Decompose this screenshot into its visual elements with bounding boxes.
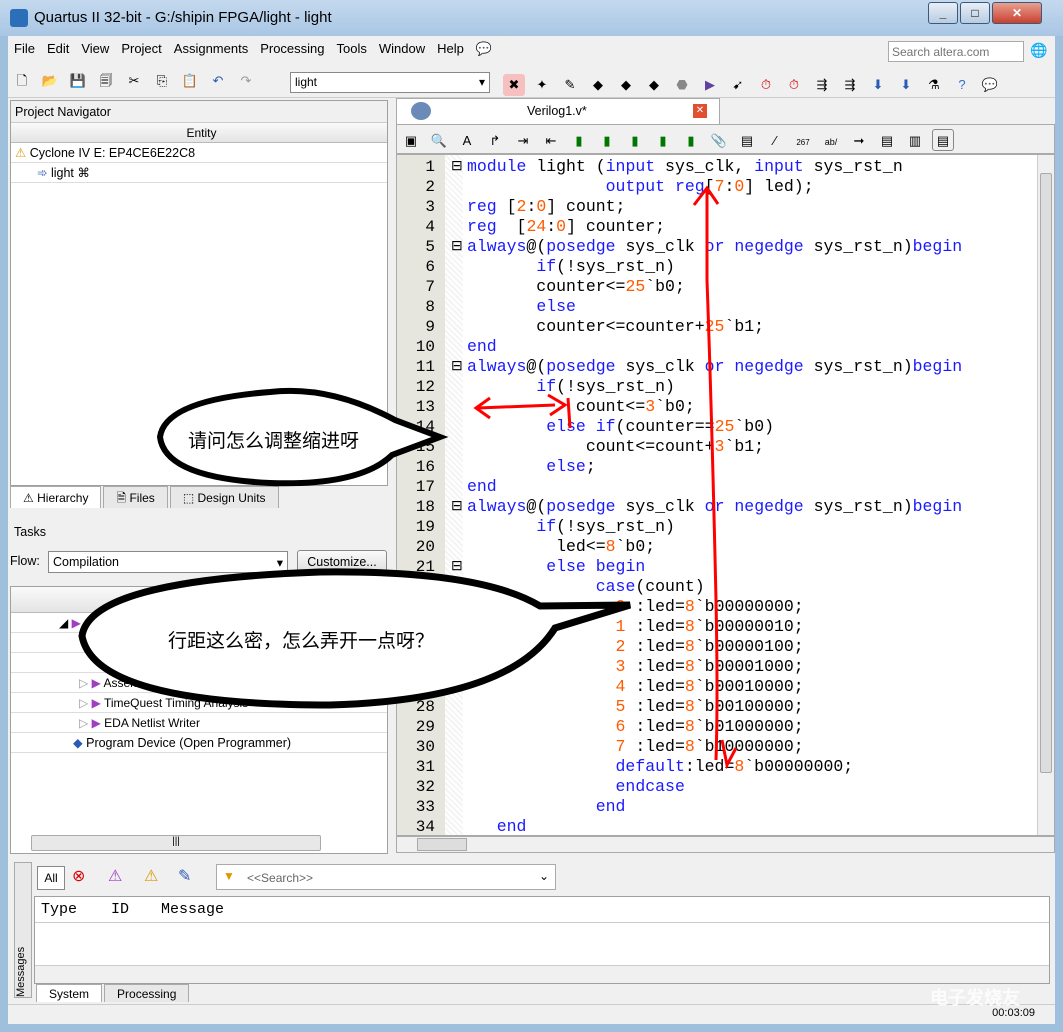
bubble-text-spacing: 行距这么密，怎么弄开一点呀？: [168, 631, 435, 652]
arrow-down-head: [720, 739, 738, 770]
bubble-text-indent: 请问怎么调整缩进呀: [188, 431, 360, 452]
arrow-heads: [473, 393, 572, 429]
horizontal-arrow-line: [477, 403, 556, 410]
vertical-arrow-line: [705, 190, 719, 761]
annotation-overlay: [78, 185, 738, 770]
red-annotation: [473, 185, 738, 770]
